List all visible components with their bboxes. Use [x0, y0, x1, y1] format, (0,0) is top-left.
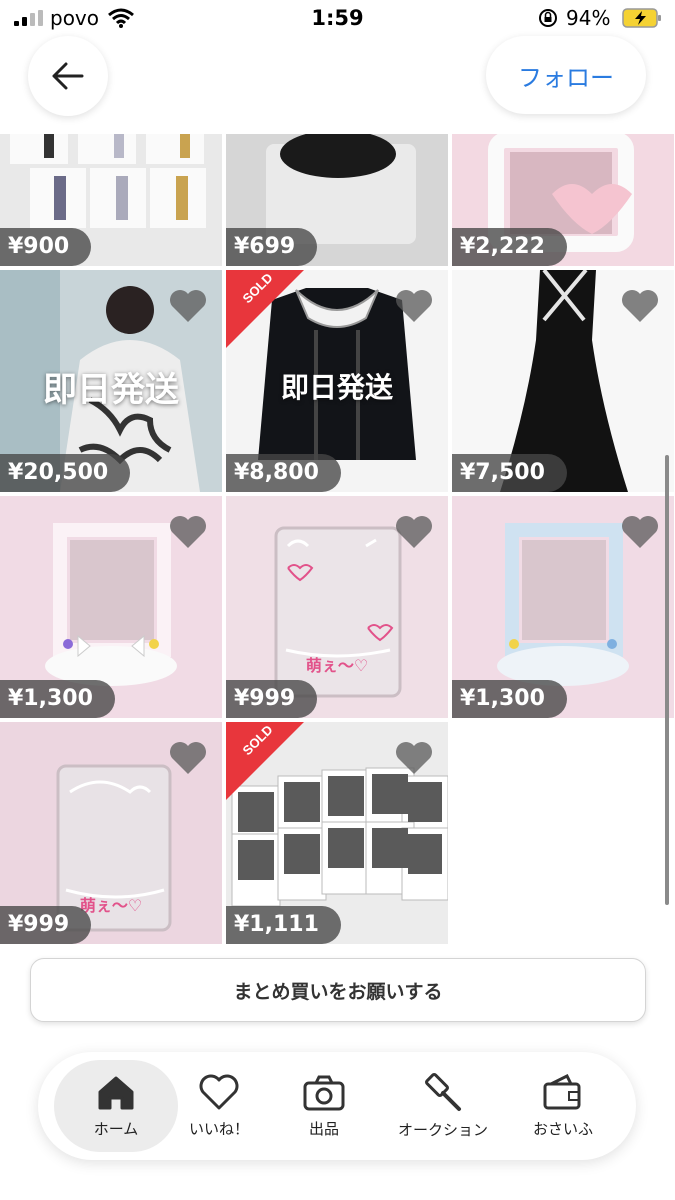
sold-ribbon: SOLD [226, 722, 304, 800]
price-tag: ¥2,222 [452, 228, 567, 266]
product-tile[interactable]: ¥900 [0, 134, 222, 266]
heart-icon[interactable] [620, 514, 660, 550]
bulk-buy-button[interactable]: まとめ買いをお願いする [30, 958, 646, 1022]
home-icon [98, 1076, 134, 1109]
nav-label: 出品 [308, 1119, 339, 1138]
product-tile[interactable]: 即日発送 ¥20,500 [0, 270, 222, 492]
heart-icon[interactable] [168, 740, 208, 776]
heart-icon[interactable] [394, 514, 434, 550]
nav-item-likes[interactable]: いいね！ [160, 1052, 278, 1160]
product-tile[interactable]: ¥1,300 [0, 496, 222, 718]
nav-label: おさいふ [532, 1119, 593, 1138]
heart-icon[interactable] [394, 288, 434, 324]
price-tag: ¥1,111 [226, 906, 341, 944]
wallet-icon [543, 1073, 581, 1109]
handwritten-text: 萌ぇ〜♡ [305, 656, 369, 675]
heart-icon[interactable] [620, 288, 660, 324]
battery-percent: 94% [566, 6, 611, 30]
price-tag: ¥8,800 [226, 454, 341, 492]
price-tag: ¥7,500 [452, 454, 567, 492]
nav-item-sell[interactable]: 出品 [265, 1052, 383, 1160]
product-tile[interactable]: ¥699 [226, 134, 448, 266]
gavel-icon [425, 1072, 461, 1111]
arrow-left-icon [52, 62, 84, 90]
follow-button[interactable]: フォロー [486, 36, 646, 114]
heart-icon[interactable] [394, 740, 434, 776]
camera-icon [303, 1075, 345, 1110]
product-tile[interactable]: 萌ぇ〜♡ ¥999 [0, 722, 222, 944]
bottom-nav: ホーム いいね！ 出品 オークション おさいふ [38, 1052, 636, 1160]
heart-icon[interactable] [168, 288, 208, 324]
product-tile[interactable]: ¥7,500 [452, 270, 674, 492]
price-tag: ¥1,300 [0, 680, 115, 718]
price-tag: ¥900 [0, 228, 92, 266]
price-tag: ¥999 [0, 906, 92, 944]
price-tag: ¥999 [226, 680, 318, 718]
nav-label: いいね！ [188, 1119, 249, 1138]
product-tile[interactable]: ¥1,300 [452, 496, 674, 718]
sold-ribbon: SOLD [226, 270, 304, 348]
price-tag: ¥20,500 [0, 454, 131, 492]
status-bar: povo 1:59 94% [0, 0, 675, 36]
price-tag: ¥1,300 [452, 680, 567, 718]
nav-item-auction[interactable]: オークション [383, 1052, 503, 1160]
back-button[interactable] [28, 36, 108, 116]
nav-item-wallet[interactable]: おさいふ [504, 1052, 622, 1160]
product-tile[interactable]: 萌ぇ〜♡ ¥999 [226, 496, 448, 718]
product-tile[interactable]: SOLD ¥1,111 [226, 722, 448, 944]
overlay-caption: 即日発送 [280, 371, 393, 404]
product-tile[interactable]: SOLD 即日発送 ¥8,800 [226, 270, 448, 492]
price-tag: ¥699 [226, 228, 318, 266]
nav-label: オークション [397, 1120, 488, 1139]
scrollbar[interactable] [665, 455, 669, 905]
battery-icon [622, 8, 661, 28]
heart-icon [199, 1074, 239, 1109]
rotation-lock-icon [539, 9, 557, 27]
overlay-caption: 即日発送 [43, 370, 179, 410]
nav-label: ホーム [93, 1119, 139, 1138]
heart-icon[interactable] [168, 514, 208, 550]
product-tile[interactable]: ¥2,222 [452, 134, 674, 266]
